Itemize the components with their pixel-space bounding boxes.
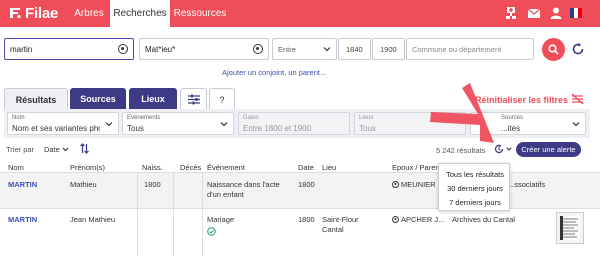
tab-help[interactable]: ? (209, 88, 235, 110)
row-firstname: Jean Mathieu (70, 215, 116, 224)
nav-tab-arbres[interactable]: Arbres (68, 0, 110, 27)
column-divider (173, 173, 174, 256)
filter-name[interactable]: Nom Nom et ses variantes pho... (7, 112, 119, 135)
table-row[interactable]: MARTIN Jean Mathieu Mariage 1800 Saint-F… (0, 209, 600, 256)
search-icon (548, 44, 559, 55)
mail-icon[interactable] (527, 6, 541, 20)
sort-label: Trier par (6, 145, 35, 154)
verified-check-icon (207, 227, 216, 236)
column-header[interactable]: Décès (180, 163, 201, 172)
owner-icon (392, 181, 399, 188)
create-alert-button[interactable]: Créer une alerte (516, 142, 581, 157)
location-input[interactable]: Commune ou département (406, 38, 534, 60)
column-header[interactable]: Nom (8, 163, 24, 172)
dropdown-item-30-days[interactable]: 30 derniers jours (439, 184, 511, 193)
column-header[interactable]: Naiss. (142, 163, 163, 172)
filae-logo[interactable]: Filae (8, 4, 58, 22)
row-date: 1800 (298, 180, 315, 189)
column-header[interactable]: Prénom(s) (70, 163, 105, 172)
french-flag-icon[interactable] (570, 8, 582, 18)
row-source: ...ssociatifs (508, 180, 546, 189)
row-surname[interactable]: MARTIN (8, 215, 37, 225)
nav-tab-recherches[interactable]: Recherches (110, 0, 170, 27)
clear-icon[interactable] (118, 44, 128, 54)
column-header[interactable]: Lieu (322, 163, 336, 172)
chevron-down-icon (105, 122, 113, 127)
chevron-down-icon[interactable] (506, 146, 512, 152)
row-event-line1: Mariage (207, 215, 235, 224)
history-dropdown-menu: Tous les résultats 30 derniers jours 7 d… (438, 163, 510, 211)
row-firstname: Mathieu (70, 180, 97, 189)
surname-input[interactable]: martin (4, 38, 134, 60)
row-source: Archives du Cantal (452, 215, 515, 224)
sort-select[interactable]: Date (44, 145, 60, 154)
filter-bar: Nom Nom et ses variantes pho... Evénemen… (4, 109, 590, 138)
row-place-line1: Saint-Flour (322, 215, 359, 224)
clear-icon[interactable] (253, 44, 263, 54)
document-scan-icon (560, 216, 580, 240)
filae-logo-icon (10, 8, 21, 19)
row-owner[interactable]: APCHER J... (392, 215, 444, 225)
row-place-line2: Cantal (322, 225, 344, 234)
filter-events[interactable]: Evénements Tous (122, 112, 234, 135)
row-date: 1800 (298, 215, 315, 224)
tab-places[interactable]: Lieux (129, 88, 177, 110)
chevron-down-icon (323, 47, 331, 52)
chevron-down-icon[interactable] (62, 146, 69, 153)
row-birth: 1800 (144, 180, 161, 189)
period-select[interactable]: Entre (272, 38, 337, 60)
reset-search-icon[interactable] (571, 42, 585, 56)
chevron-down-icon (220, 122, 228, 127)
tab-sources[interactable]: Sources (70, 88, 126, 110)
reset-filters-link[interactable]: Réinitialiser les filtres (475, 95, 568, 105)
filter-sources[interactable]: Sources ...ites (470, 112, 586, 135)
tab-filters-settings[interactable] (180, 88, 207, 110)
dropdown-item-all-results[interactable]: Tous les résultats (439, 170, 511, 179)
column-header[interactable]: Date (298, 163, 314, 172)
owner-icon (392, 216, 399, 223)
row-surname[interactable]: MARTIN (8, 180, 37, 190)
top-navigation-bar: Filae Arbres Recherches Ressources (0, 0, 600, 27)
column-divider (137, 173, 138, 256)
tab-results[interactable]: Résultats (4, 88, 68, 110)
dropdown-item-7-days[interactable]: 7 derniers jours (439, 198, 511, 207)
user-icon[interactable] (549, 6, 563, 20)
document-thumbnail[interactable] (556, 212, 584, 244)
column-divider (202, 173, 203, 256)
year-from-input[interactable]: 1840 (338, 38, 371, 60)
firstname-input[interactable]: Mat*ieu* (139, 38, 269, 60)
sort-order-icon[interactable] (80, 143, 89, 154)
row-event-line1: Naissance dans l'acte (207, 180, 280, 189)
add-tree-icon[interactable] (504, 6, 518, 20)
clear-filters-icon[interactable] (571, 93, 584, 105)
add-spouse-parent-link[interactable]: Ajouter un conjoint, un parent... (222, 68, 326, 77)
row-event-line2: d'un enfant (207, 190, 244, 199)
sliders-icon (188, 94, 200, 105)
history-icon[interactable] (494, 144, 504, 154)
column-header[interactable]: Événement (207, 163, 245, 172)
nav-tab-ressources[interactable]: Ressources (172, 0, 228, 27)
search-button[interactable] (542, 38, 565, 61)
logo-text: Filae (25, 4, 59, 22)
chevron-down-icon (572, 122, 580, 127)
filter-places[interactable]: Lieux Tous (354, 112, 466, 135)
year-to-input[interactable]: 1900 (372, 38, 405, 60)
filter-dates[interactable]: Dates Entre 1800 et 1900 (238, 112, 350, 135)
results-count: 5 242 résultats (436, 146, 486, 155)
